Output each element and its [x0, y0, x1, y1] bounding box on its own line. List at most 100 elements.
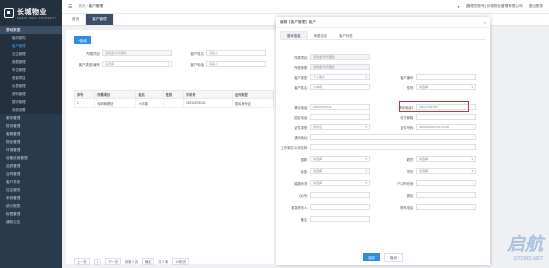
qq-field[interactable]: [310, 192, 370, 198]
table-header[interactable]: 序号: [73, 90, 96, 99]
user-info[interactable]: [管理员账号] 长城物业管理有限公司: [466, 4, 523, 9]
name-field[interactable]: 小青春: [310, 84, 370, 90]
breadcrumb-home[interactable]: 首页: [78, 4, 85, 8]
prev-page-button[interactable]: 上一页: [74, 258, 90, 265]
type-filter-select[interactable]: 请选择 ▾: [102, 61, 172, 67]
sidebar-item[interactable]: 合同管理 ›: [0, 170, 62, 178]
address-field[interactable]: [310, 134, 476, 140]
id-no-label: 证件号码:: [400, 125, 414, 130]
sidebar-item[interactable]: 社区服务 ›: [0, 186, 62, 194]
save-button[interactable]: 保存: [363, 253, 380, 261]
remark-field[interactable]: [310, 216, 370, 222]
nation-select[interactable]: 请选择 ▾: [310, 156, 370, 162]
sidebar-item[interactable]: 财务管理 ›: [0, 122, 62, 130]
brand-logo[interactable]: 长城物业 GREAT WALL PROPERTY: [0, 0, 62, 26]
sidebar-item[interactable]: 车位管理: [0, 66, 62, 74]
tel-field[interactable]: [310, 114, 370, 120]
remark-label: 备注:: [300, 217, 308, 222]
email-field[interactable]: [416, 114, 476, 120]
sidebar-item[interactable]: 业主管理: [0, 50, 62, 58]
email-label: 电子邮箱:: [400, 115, 414, 120]
sidebar-item[interactable]: 仪表管理: [0, 82, 62, 90]
cancel-button[interactable]: 取消: [384, 252, 403, 262]
sidebar-item[interactable]: 服务管理 ›: [0, 114, 62, 122]
ethnic-label: 民族:: [300, 169, 308, 174]
cust-no-field[interactable]: [416, 74, 476, 80]
logo-icon: [4, 8, 14, 18]
dialog-tab[interactable]: 客户标签: [333, 31, 359, 39]
menu-toggle-icon[interactable]: ☰: [68, 4, 72, 10]
emergency-field[interactable]: [310, 204, 370, 210]
cust-type-select[interactable]: 个人客户 ▾: [310, 74, 370, 80]
chevron-right-icon: ›: [57, 164, 58, 168]
chevron-down-icon: ▾: [365, 181, 367, 185]
ethnic-select[interactable]: 请选择 ▾: [310, 168, 370, 174]
next-page-button[interactable]: 下一页: [105, 258, 121, 265]
sidebar-item[interactable]: 权限管理 ›: [0, 210, 62, 218]
sidebar-item[interactable]: 客户关系 ›: [0, 178, 62, 186]
origin-select[interactable]: 请选择 ▾: [416, 156, 476, 162]
table-header[interactable]: 所属项目: [94, 90, 137, 99]
address-label: 通讯地址:: [294, 135, 308, 140]
project-field[interactable]: 深圳金湾/管理处: [310, 54, 370, 60]
chevron-down-icon: ▾: [167, 62, 169, 66]
emergency-phone-field[interactable]: [416, 204, 476, 210]
page-confirm-button[interactable]: 确定: [142, 258, 155, 265]
name-label: 客户姓名:: [294, 85, 308, 90]
marital-select[interactable]: 请选择 ▾: [310, 180, 370, 186]
sidebar-item[interactable]: 组织架构: [0, 34, 62, 42]
id-type-select[interactable]: 身份证 ▾: [310, 124, 370, 130]
phone-field[interactable]: 18210678244: [310, 104, 370, 110]
breadcrumb: 首页 / 客户管理: [78, 4, 104, 8]
sidebar-item[interactable]: 资料管理: [0, 90, 62, 98]
add-button[interactable]: +新增: [74, 36, 91, 44]
sidebar-item[interactable]: 收费项目: [0, 74, 62, 82]
logout-link[interactable]: 退出登录: [529, 4, 543, 9]
table-header[interactable]: 姓名: [135, 90, 164, 99]
id-no-field[interactable]: 440306198702172236: [416, 124, 476, 130]
table-row[interactable]: 1 深圳管理处 小青春 18210678244 居民身份证: [73, 98, 275, 108]
sidebar-item[interactable]: 系统设置: [0, 106, 62, 114]
name-filter-input[interactable]: 请输入: [206, 50, 266, 56]
phone-filter-input[interactable]: 请输入: [206, 61, 266, 67]
dialog-tab[interactable]: 房屋信息: [308, 31, 334, 39]
birth-label: 户口所在地:: [397, 181, 414, 186]
sidebar-item[interactable]: 环境管理 ›: [0, 146, 62, 154]
table-header[interactable]: 手机号: [183, 90, 233, 99]
sidebar-item[interactable]: 品质管理 ›: [0, 162, 62, 170]
page-tab[interactable]: 客户管理: [86, 14, 114, 25]
sidebar-item[interactable]: 基础数据 ›: [0, 26, 62, 34]
company-field[interactable]: [310, 144, 476, 150]
sidebar-item[interactable]: 系统管理 ›: [0, 194, 62, 202]
dialog-tab[interactable]: 基本信息: [280, 31, 308, 39]
table-header[interactable]: 性别: [162, 90, 185, 99]
edu-select[interactable]: 请选择 ▾: [416, 168, 476, 174]
sidebar-item[interactable]: 房屋管理: [0, 58, 62, 66]
sidebar-item[interactable]: 客户管理: [0, 42, 62, 50]
name-filter-label: 客户姓名: [190, 51, 204, 56]
close-icon[interactable]: ×: [484, 20, 486, 25]
gender-select[interactable]: 请选择 ▾: [416, 84, 476, 90]
sidebar-item[interactable]: 楼宇管理: [0, 98, 62, 106]
table-header[interactable]: 证件类型: [231, 90, 275, 99]
table-cell: 居民身份证: [231, 98, 275, 108]
page-size-select[interactable]: 10条/页: [172, 258, 190, 265]
sidebar-item[interactable]: 通知公告 ›: [0, 218, 62, 226]
sidebar-item[interactable]: 设备设施管理 ›: [0, 154, 62, 162]
chevron-down-icon: ▾: [365, 125, 367, 129]
birth-field[interactable]: [416, 180, 476, 186]
list-panel: +新增 所属项目 深圳金湾/管理处 客户姓名 请输入 客户类型/编号 请选择 ▾ …: [66, 30, 276, 264]
page-number[interactable]: 1: [93, 258, 102, 265]
qq-label: QQ号:: [298, 193, 308, 198]
wechat-field[interactable]: [416, 192, 476, 198]
table-cell: 18210678244: [183, 98, 233, 108]
tel-label: 固定电话:: [294, 115, 308, 120]
sidebar-item[interactable]: 客服管理 ›: [0, 130, 62, 138]
sidebar-item[interactable]: 统计报表 ›: [0, 202, 62, 210]
page-goto[interactable]: 到第 1 页: [125, 259, 138, 264]
house-field[interactable]: 深圳金湾/管理处: [310, 64, 370, 70]
sidebar-item[interactable]: 物业管理 ›: [0, 138, 62, 146]
chevron-right-icon: ›: [57, 204, 58, 208]
project-filter[interactable]: 深圳金湾/管理处: [102, 50, 172, 56]
page-tab[interactable]: 首页: [66, 14, 87, 25]
